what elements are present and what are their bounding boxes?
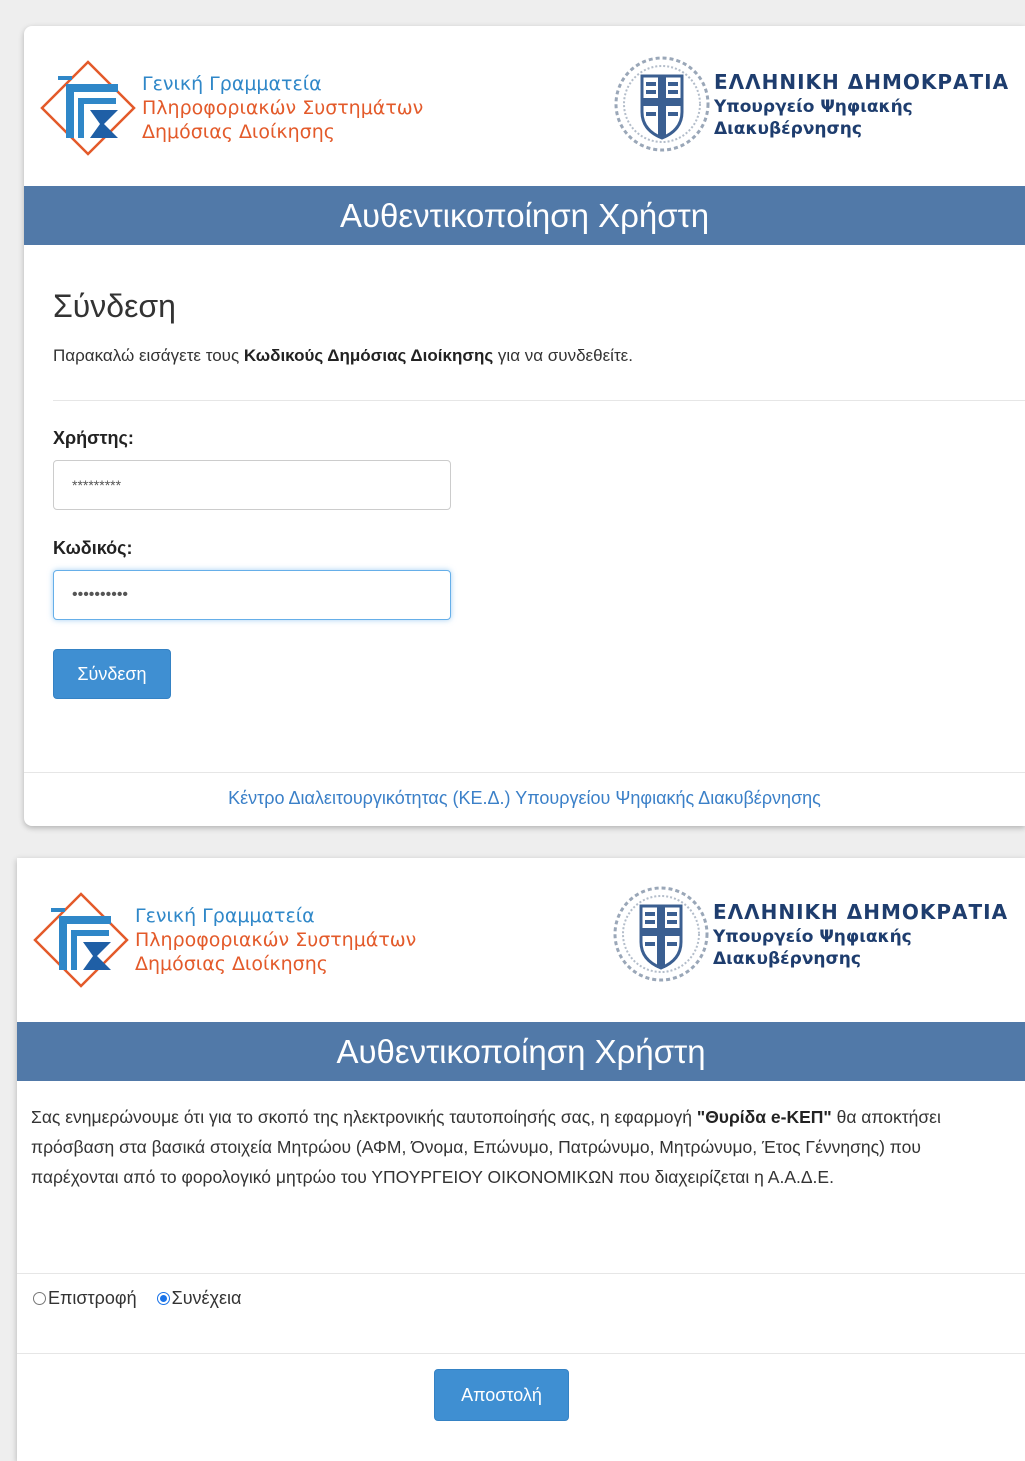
radio-back-icon[interactable] — [33, 1292, 46, 1305]
radio-continue-label: Συνέχεια — [171, 1288, 242, 1308]
username-label: Χρήστης: — [53, 428, 134, 448]
org-line1: Γενική Γραμματεία — [142, 73, 322, 95]
instructions-text-bold: Κωδικούς Δημόσιας Διοίκησης — [243, 346, 494, 365]
radio-continue-icon[interactable] — [156, 1292, 170, 1305]
gov-line2: Υπουργείο Ψηφιακής — [714, 97, 913, 117]
org-line2: Πληροφοριακών Συστημάτων — [135, 929, 417, 951]
ministry-logo-2: ΕΛΛΗΝΙΚΗ ΔΗΜΟΚΡΑΤΙΑ Υπουργείο Ψηφιακής Δ… — [611, 884, 1008, 984]
greek-emblem-icon — [614, 56, 710, 152]
divider — [53, 400, 1025, 401]
consent-text: Σας ενημερώνουμε ότι για το σκοπό της ηλ… — [31, 1102, 1006, 1192]
ministry-logo: ΕΛΛΗΝΙΚΗ ΔΗΜΟΚΡΑΤΙΑ Υπουργείο Ψηφιακής Δ… — [612, 54, 1009, 154]
ggpsdd-logo: Γενική Γραμματεία Πληροφοριακών Συστημάτ… — [38, 58, 423, 158]
instructions-text-start: Παρακαλώ εισάγετε τους — [53, 346, 244, 365]
gov-line3: Διακυβέρνησης — [713, 949, 861, 969]
login-button[interactable]: Σύνδεση — [53, 649, 171, 699]
password-label: Κωδικός: — [53, 538, 133, 558]
auth-banner: Αυθεντικοποίηση Χρήστη — [17, 1022, 1025, 1081]
org-line2: Πληροφοριακών Συστημάτων — [142, 97, 424, 119]
consent-text-start: Σας ενημερώνουμε ότι για το σκοπό της ηλ… — [31, 1107, 697, 1127]
greek-emblem-icon — [613, 886, 709, 982]
footer-divider — [24, 772, 1025, 773]
radio-option-continue[interactable]: Συνέχεια — [156, 1288, 242, 1309]
org-line3: Δημόσιας Διοίκησης — [142, 121, 335, 143]
submit-button[interactable]: Αποστολή — [434, 1369, 569, 1421]
radio-back-label: Επιστροφή — [48, 1288, 137, 1308]
consent-options: Επιστροφή Συνέχεια — [33, 1288, 261, 1309]
gov-line1: ΕΛΛΗΝΙΚΗ ΔΗΜΟΚΡΑΤΙΑ — [714, 70, 1010, 94]
footer-link[interactable]: Κέντρο Διαλειτουργικότητας (ΚΕ.Δ.) Υπουρ… — [24, 788, 1025, 809]
login-instructions: Παρακαλώ εισάγετε τους Κωδικούς Δημόσιας… — [53, 346, 633, 366]
consent-panel: Γενική Γραμματεία Πληροφοριακών Συστημάτ… — [17, 858, 1025, 1461]
gov-line2: Υπουργείο Ψηφιακής — [713, 927, 912, 947]
username-input[interactable] — [53, 460, 451, 510]
divider-2 — [17, 1353, 1025, 1354]
ggpsdd-logo-icon — [33, 892, 129, 988]
consent-app-name: "Θυρίδα e-ΚΕΠ" — [696, 1107, 832, 1127]
gov-line1: ΕΛΛΗΝΙΚΗ ΔΗΜΟΚΡΑΤΙΑ — [713, 900, 1009, 924]
login-panel: Γενική Γραμματεία Πληροφοριακών Συστημάτ… — [24, 26, 1025, 826]
divider — [17, 1273, 1025, 1274]
radio-option-back[interactable]: Επιστροφή — [33, 1288, 137, 1309]
password-input[interactable] — [53, 570, 451, 620]
login-title: Σύνδεση — [53, 288, 176, 324]
instructions-text-end: για να συνδεθείτε. — [493, 346, 633, 365]
org-line3: Δημόσιας Διοίκησης — [135, 953, 328, 975]
ggpsdd-logo-icon — [40, 60, 136, 156]
gov-line3: Διακυβέρνησης — [714, 119, 862, 139]
org-line1: Γενική Γραμματεία — [135, 905, 315, 927]
auth-banner: Αυθεντικοποίηση Χρήστη — [24, 186, 1025, 245]
ggpsdd-logo-2: Γενική Γραμματεία Πληροφοριακών Συστημάτ… — [31, 890, 416, 990]
